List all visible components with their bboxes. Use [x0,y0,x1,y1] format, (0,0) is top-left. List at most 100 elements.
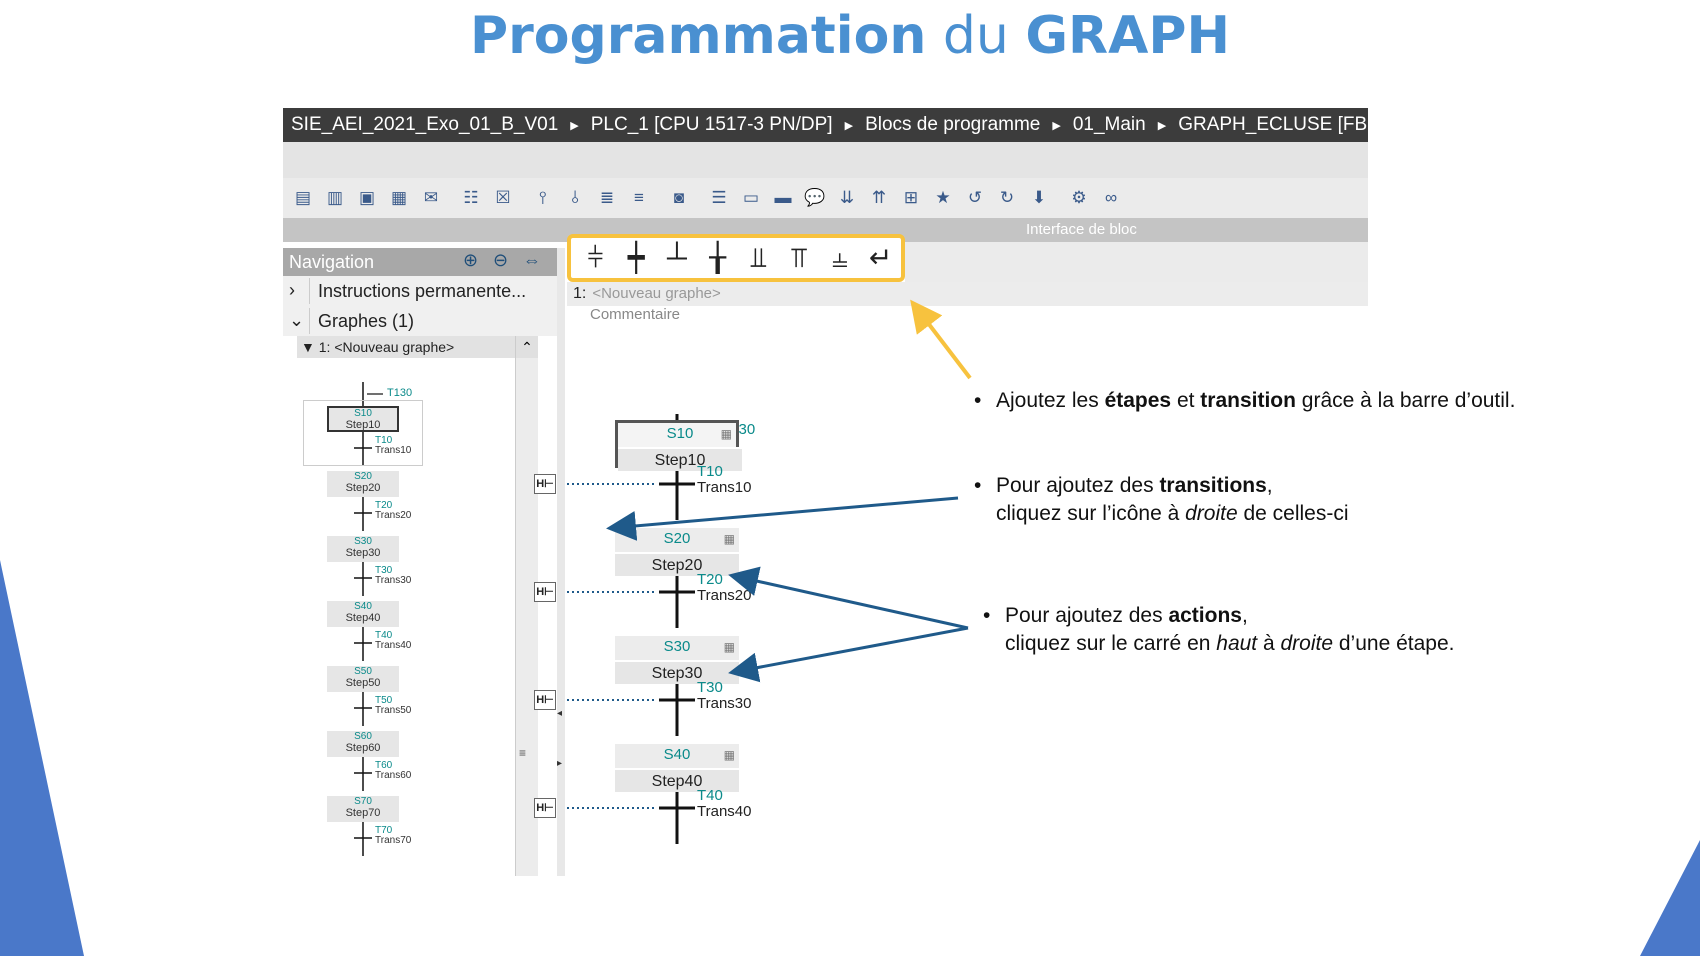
bullet-3: • Pour ajoutez des actions, cliquez sur … [983,602,1455,658]
bullet-dot: • [983,604,991,627]
text: et [1171,389,1201,412]
graph-tree-header[interactable]: ▼ 1: <Nouveau graphe> [297,336,515,358]
mini-transition-t70: T70 Trans70 [375,825,412,846]
transition-condition-icon[interactable]: H⊢ [534,474,556,494]
breadcrumb-arrow-icon: ▶ [1157,119,1167,132]
text-bold: transition [1200,389,1296,412]
transition-t40[interactable]: T40 Trans40 [697,788,751,820]
step-s20[interactable]: S20 ▦ Step20 [615,528,739,576]
add-action-icon[interactable]: ▦ [724,640,735,654]
nav-row-label: Graphes (1) [309,308,414,334]
transition-name: Trans30 [697,695,752,712]
graph-editor: T130S10▦Step10H⊢T10Trans10S20▦Step20H⊢T2… [534,108,967,876]
mini-transition-t20: T20 Trans20 [375,500,412,521]
transition-condition-icon[interactable]: H⊢ [534,582,556,602]
step-number: S20 [663,530,691,547]
delete-network-icon[interactable]: ☒ [491,186,515,210]
go-offline-icon[interactable]: ↻ [995,186,1019,210]
open-branch-icon[interactable]: ⫯ [531,186,555,210]
add-action-icon[interactable]: ▦ [724,532,735,546]
text: Pour ajoutez des [1005,604,1169,627]
mini-jump-label: T130 [387,387,413,399]
mini-transition-t30: T30 Trans30 [375,565,412,586]
step-s30[interactable]: S30 ▦ Step30 [615,636,739,684]
settings-icon[interactable]: ⚙ [1067,186,1091,210]
transition-name: Trans10 [697,479,752,496]
transition-number: T10 [697,463,723,480]
mini-transition-t50: T50 Trans50 [375,695,412,716]
scroll-up-icon[interactable]: ⌃ [516,336,538,358]
mini-transition-t60: T60 Trans60 [375,760,412,781]
fit-width-icon[interactable]: ⇔ [523,250,541,271]
mini-transition-t40: T40 Trans40 [375,630,412,651]
graph-overview-tree: ▼ 1: <Nouveau graphe> T130 S10 Step10 T10 Tr… [297,336,515,876]
add-action-icon[interactable]: ▦ [724,748,735,762]
bullet-dot: • [974,474,982,497]
breadcrumb-item[interactable]: SIE_AEI_2021_Exo_01_B_V01 [291,114,558,136]
glasses-monitor-icon[interactable]: ∞ [1099,186,1123,210]
text: Pour ajoutez des [996,474,1160,497]
transition-condition-icon[interactable]: H⊢ [534,690,556,710]
nav-row-graphs[interactable]: ⌄ Graphes (1) [283,306,557,337]
text: grâce à la barre d’outil. [1295,389,1516,412]
single-step-icon[interactable]: ▣ [355,186,379,210]
alarms-icon[interactable]: ✉ [419,186,443,210]
transition-t10[interactable]: T10 Trans10 [697,464,751,496]
bullet-1: • Ajoutez les étapes et transition grâce… [974,387,1516,415]
scroll-grip-icon[interactable]: ≡ [519,746,526,760]
transition-t20[interactable]: T20 Trans20 [697,572,751,604]
step-number: S40 [663,746,691,763]
text-bold: actions [1168,604,1242,627]
navigation-header: Navigation ⊕ ⊖ ⇔ [283,248,557,276]
title-part-1: Programmation [470,6,927,66]
mini-graph: T130 S10 Step10 T10 Trans10 S20 Step20 T20 Trans… [297,358,515,876]
text: cliquez sur l’icône à [996,502,1186,525]
sequence-view-icon[interactable]: ▥ [323,186,347,210]
text: , [1266,474,1273,497]
network-icon[interactable]: ▤ [291,186,315,210]
transition-condition-icon[interactable]: H⊢ [534,798,556,818]
text: Ajoutez les [996,389,1105,412]
text: à [1257,632,1281,655]
text: cliquez sur le carré en [1005,632,1217,655]
graph-elements: T130S10▦Step10H⊢T10Trans10S20▦Step20H⊢T2… [534,108,967,876]
breadcrumb-item[interactable]: 01_Main [1073,114,1146,136]
chevron-right-icon: › [289,280,295,300]
text-bold: transitions [1159,474,1267,497]
collapse-right-icon[interactable]: ▸ [557,758,562,769]
slide-title: Programmation du GRAPH [0,6,1700,66]
bullet-dot: • [974,389,982,412]
collapse-left-icon[interactable]: ◂ [557,708,562,719]
transition-name: Trans40 [697,803,752,820]
editor-toolbar-area [905,242,1368,282]
step-s10[interactable]: S10 ▦ Step10 [615,420,742,471]
text: d’une étape. [1333,632,1455,655]
transition-number: T30 [697,679,723,696]
transition-number: T40 [697,787,723,804]
transition-t30[interactable]: T30 Trans30 [697,680,751,712]
add-action-icon[interactable]: ▦ [721,427,732,441]
corner-decoration-left [0,560,84,956]
text: de celles-ci [1237,502,1349,525]
nav-row-permanent-instructions[interactable]: › Instructions permanente... [283,276,557,307]
text-italic: droite [1280,632,1334,655]
zoom-in-icon[interactable]: ⊕ [463,250,478,271]
nav-scrollbar[interactable]: ⌃ ≡ [515,336,538,876]
transition-number: T20 [697,571,723,588]
step-number: S30 [663,638,691,655]
step-s40[interactable]: S40 ▦ Step40 [615,744,739,792]
download-icon[interactable]: ⬇ [1027,186,1051,210]
permanent-instructions-icon[interactable]: ▦ [387,186,411,210]
title-part-2: du [942,6,1009,66]
navigation-pane: Navigation ⊕ ⊖ ⇔ › Instructions permanen… [283,248,560,876]
transition-name: Trans20 [697,587,752,604]
block-interface-label: Interface de bloc [1026,221,1137,238]
pane-splitter[interactable]: ◂ ▸ [557,248,565,876]
text-italic: droite [1185,502,1238,525]
graph-tree-header-label: 1: <Nouveau graphe> [318,339,455,355]
text: , [1241,604,1248,627]
corner-decoration-right [1640,840,1700,956]
zoom-out-icon[interactable]: ⊖ [493,250,508,271]
insert-network-icon[interactable]: ☷ [459,186,483,210]
breadcrumb-item[interactable]: GRAPH_ECLUSE [FB1] [1178,114,1368,136]
